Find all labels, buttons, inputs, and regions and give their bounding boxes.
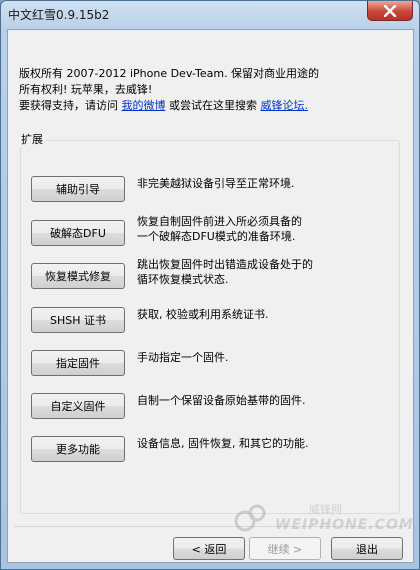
recovery-fix-button[interactable]: 恢复模式修复: [31, 263, 125, 289]
item-description: 自制一个保留设备原始基带的固件.: [137, 393, 387, 408]
description-line: 恢复自制固件前进入所必须具备的: [137, 215, 302, 228]
description-line: 获取, 校验或利用系统证书.: [137, 308, 269, 321]
close-button[interactable]: [367, 1, 413, 21]
dialog-body: 版权所有 2007-2012 iPhone Dev-Team. 保留对商业用途的…: [7, 29, 414, 563]
item-description: 获取, 校验或利用系统证书.: [137, 307, 387, 322]
watermark: 威锋网 WEIPHONE.COM: [231, 501, 413, 535]
list-item: 辅助引导 非完美越狱设备引导至正常环境.: [31, 176, 391, 204]
slogan-line: 所有权利! 玩苹果，去威锋!: [19, 83, 153, 96]
list-item: 自定义固件 自制一个保留设备原始基带的固件.: [31, 393, 391, 421]
assisted-boot-button[interactable]: 辅助引导: [31, 176, 125, 202]
title-bar[interactable]: 中文红雪0.9.15b2: [1, 1, 419, 25]
custom-firmware-button[interactable]: 自定义固件: [31, 393, 125, 419]
description-line: 非完美越狱设备引导至正常环境.: [137, 177, 295, 190]
watermark-logo-icon: [234, 504, 266, 532]
list-item: 指定固件 手动指定一个固件.: [31, 350, 391, 378]
pwned-dfu-button[interactable]: 破解态DFU: [31, 220, 125, 246]
forum-link[interactable]: 威锋论坛.: [261, 99, 309, 112]
item-description: 恢复自制固件前进入所必须具备的 一个破解态DFU模式的准备环境.: [137, 214, 387, 244]
description-line: 手动指定一个固件.: [137, 351, 229, 364]
support-prefix: 要获得支持，请访问: [19, 99, 122, 112]
watermark-cn: 威锋网: [309, 503, 342, 516]
item-description: 设备信息, 固件恢复, 和其它的功能.: [137, 436, 387, 451]
select-firmware-button[interactable]: 指定固件: [31, 350, 125, 376]
list-item: 恢复模式修复 跳出恢复固件时出错造成设备处于的 循环恢复模式状态.: [31, 258, 391, 291]
watermark-text: WEIPHONE.COM: [275, 517, 414, 533]
list-item: 更多功能 设备信息, 固件恢复, 和其它的功能.: [31, 436, 391, 464]
window-title: 中文红雪0.9.15b2: [8, 8, 110, 22]
item-description: 非完美越狱设备引导至正常环境.: [137, 176, 387, 191]
list-item: 破解态DFU 恢复自制固件前进入所必须具备的 一个破解态DFU模式的准备环境.: [31, 215, 391, 248]
description-line: 跳出恢复固件时出错造成设备处于的: [137, 258, 313, 271]
description-line: 循环恢复模式状态.: [137, 273, 229, 286]
intro-text: 版权所有 2007-2012 iPhone Dev-Team. 保留对商业用途的…: [19, 66, 404, 114]
support-line: 要获得支持，请访问 我的微博 或尝试在这里搜索 威锋论坛.: [19, 98, 404, 114]
continue-button[interactable]: 继续 >: [249, 537, 321, 560]
back-button[interactable]: < 返回: [173, 537, 245, 560]
group-label: 扩展: [18, 131, 46, 147]
list-item: SHSH 证书 获取, 校验或利用系统证书.: [31, 307, 391, 335]
description-line: 自制一个保留设备原始基带的固件.: [137, 394, 306, 407]
item-description: 手动指定一个固件.: [137, 350, 387, 365]
more-functions-button[interactable]: 更多功能: [31, 436, 125, 462]
support-middle: 或尝试在这里搜索: [165, 99, 261, 112]
item-description: 跳出恢复固件时出错造成设备处于的 循环恢复模式状态.: [137, 257, 387, 287]
close-icon: [383, 4, 397, 17]
description-line: 一个破解态DFU模式的准备环境.: [137, 230, 296, 243]
weibo-link[interactable]: 我的微博: [122, 99, 166, 112]
description-line: 设备信息, 固件恢复, 和其它的功能.: [137, 437, 309, 450]
app-window: 中文红雪0.9.15b2 版权所有 2007-2012 iPhone Dev-T…: [0, 0, 420, 570]
copyright-line: 版权所有 2007-2012 iPhone Dev-Team. 保留对商业用途的: [19, 67, 320, 80]
shsh-button[interactable]: SHSH 证书: [31, 307, 125, 333]
exit-button[interactable]: 退出: [331, 537, 403, 560]
